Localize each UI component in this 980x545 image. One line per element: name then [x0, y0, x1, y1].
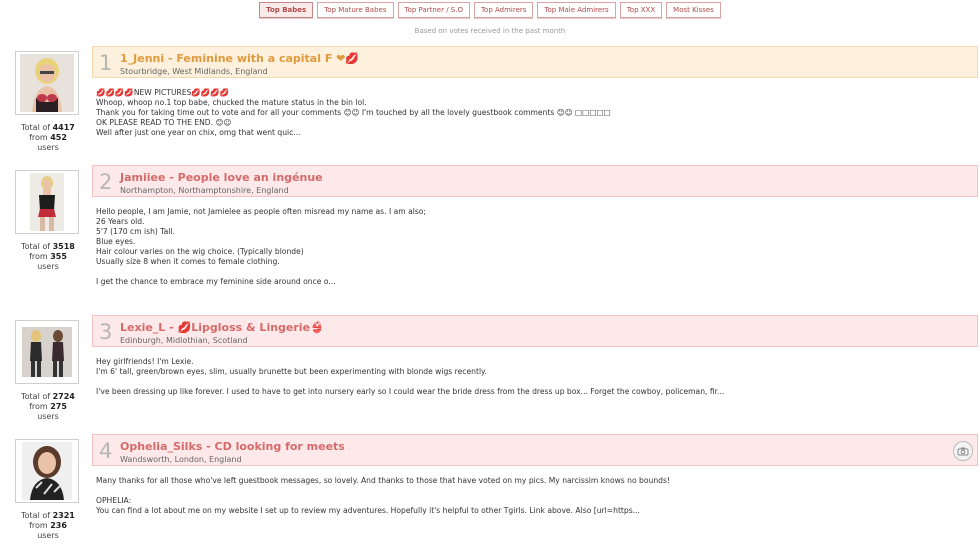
- profile-sidebar: Total of 2724 from 275 users: [14, 315, 82, 422]
- profile-location: Northampton, Northamptonshire, England: [120, 186, 289, 195]
- entry-header: 1 1_Jenni - Feminine with a capital F ❤💋…: [92, 46, 978, 78]
- profile-photo: [22, 442, 72, 500]
- profile-location: Stourbridge, West Midlands, England: [120, 67, 268, 76]
- profile-headline-link[interactable]: Lexie_L - 💋Lipgloss & Lingerie👙: [120, 321, 324, 334]
- profile-description: Hello people, I am Jamie, not Jamielee a…: [96, 207, 426, 286]
- profile-description: Hey girlfriends! I'm Lexie. I'm 6' tall,…: [96, 357, 725, 396]
- camera-icon[interactable]: [953, 441, 973, 461]
- rank-number: 4: [99, 439, 113, 463]
- vote-stats: Total of 4417 from 452 users: [21, 123, 75, 152]
- rank-number: 3: [99, 320, 113, 344]
- profile-sidebar: Total of 2321 from 236 users: [14, 434, 82, 541]
- profile-location: Edinburgh, Midlothian, Scotland: [120, 336, 248, 345]
- tab-most-kisses[interactable]: Most Kisses: [666, 2, 721, 18]
- tab-top-xxx[interactable]: Top XXX: [619, 2, 663, 18]
- vote-stats: Total of 2321 from 236 users: [21, 511, 75, 540]
- vote-stats: Total of 3518 from 355 users: [21, 242, 75, 271]
- profile-sidebar: Total of 3518 from 355 users: [14, 165, 82, 272]
- profile-photo: [30, 173, 64, 231]
- ranking-tabs: Top Babes Top Mature Babes Top Partner /…: [0, 2, 980, 18]
- rank-number: 1: [99, 51, 113, 75]
- profile-description: Many thanks for all those who've left gu…: [96, 476, 670, 515]
- vote-stats: Total of 2724 from 275 users: [21, 392, 75, 421]
- tab-top-admirers[interactable]: Top Admirers: [473, 2, 534, 18]
- avatar[interactable]: [15, 51, 79, 115]
- rank-number: 2: [99, 170, 113, 194]
- entry-header: 4 Ophelia_Silks - CD looking for meets W…: [92, 434, 978, 466]
- tab-top-partner[interactable]: Top Partner / S.O: [397, 2, 470, 18]
- profile-headline-link[interactable]: 1_Jenni - Feminine with a capital F ❤💋: [120, 52, 359, 65]
- tab-top-babes[interactable]: Top Babes: [259, 2, 314, 18]
- tab-top-male-admirers[interactable]: Top Male Admirers: [537, 2, 616, 18]
- avatar[interactable]: [15, 320, 79, 384]
- tab-top-mature-babes[interactable]: Top Mature Babes: [317, 2, 394, 18]
- avatar[interactable]: [15, 170, 79, 234]
- entry-header: 2 Jamiiee - People love an ingénue North…: [92, 165, 978, 197]
- ranking-subtitle: Based on votes received in the past mont…: [414, 27, 566, 35]
- profile-location: Wandsworth, London, England: [120, 455, 242, 464]
- entry-header: 3 Lexie_L - 💋Lipgloss & Lingerie👙 Edinbu…: [92, 315, 978, 347]
- profile-photo: [22, 327, 72, 377]
- profile-photo: [20, 54, 74, 112]
- profile-headline-link[interactable]: Jamiiee - People love an ingénue: [120, 171, 323, 184]
- profile-description: 💋💋💋💋NEW PICTURES💋💋💋💋 Whoop, whoop no.1 t…: [96, 88, 611, 137]
- avatar[interactable]: [15, 439, 79, 503]
- profile-headline-link[interactable]: Ophelia_Silks - CD looking for meets: [120, 440, 345, 453]
- profile-sidebar: Total of 4417 from 452 users: [14, 46, 82, 153]
